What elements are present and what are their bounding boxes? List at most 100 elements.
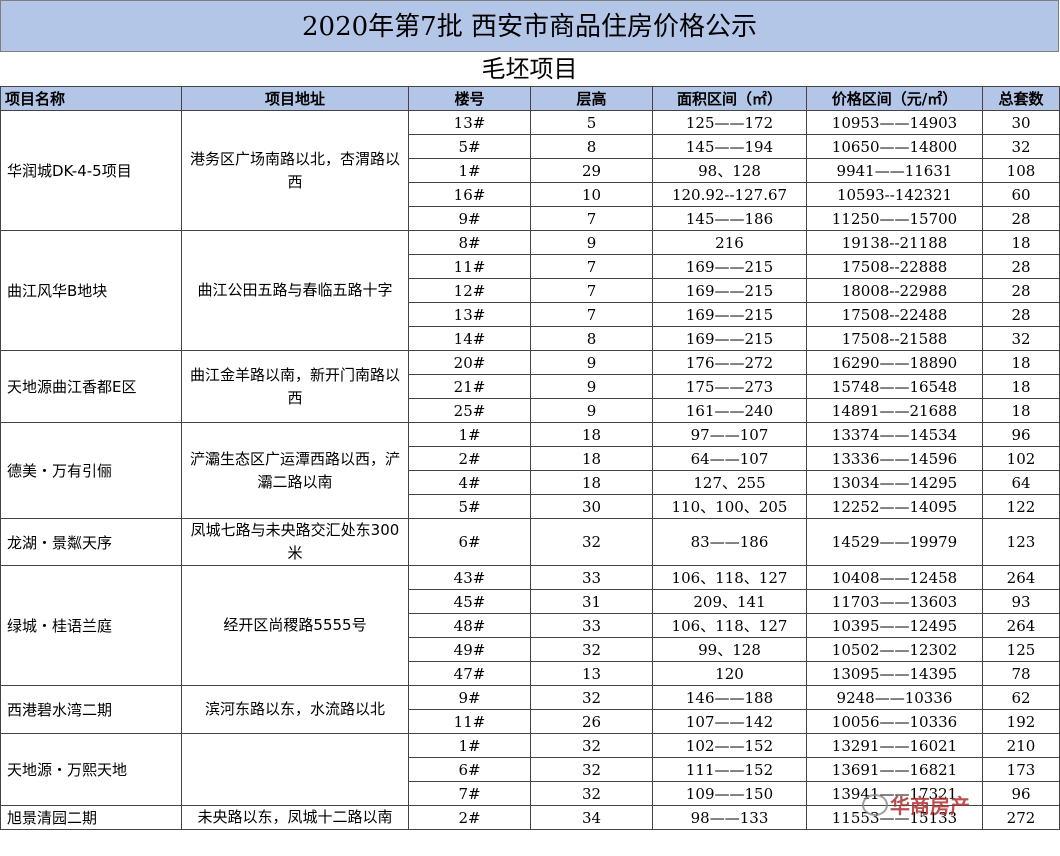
price-range-cell: 9248——10336 [806, 685, 983, 710]
floors-cell: 33 [530, 565, 653, 590]
total-units-cell: 173 [982, 757, 1060, 782]
area-range-cell: 169——215 [652, 326, 807, 351]
floors-cell: 33 [530, 613, 653, 638]
floors-cell: 9 [530, 350, 653, 375]
building-cell: 45# [408, 589, 531, 614]
area-range-cell: 120 [652, 661, 807, 686]
floors-cell: 13 [530, 661, 653, 686]
price-range-cell: 10593--142321 [806, 182, 983, 207]
project-address-cell: 港务区广场南路以北，杏渭路以西 [181, 110, 409, 231]
price-range-cell: 9941——11631 [806, 158, 983, 183]
price-range-cell: 10056——10336 [806, 709, 983, 734]
price-range-cell: 10953——14903 [806, 110, 983, 135]
project-name-cell: 天地源曲江香都E区 [0, 350, 182, 423]
floors-cell: 8 [530, 326, 653, 351]
total-units-cell: 64 [982, 470, 1060, 495]
watermark: 华商房产 [890, 794, 970, 818]
building-cell: 47# [408, 661, 531, 686]
price-range-cell: 12252——14095 [806, 494, 983, 519]
area-range-cell: 176——272 [652, 350, 807, 375]
price-range-cell: 11250——15700 [806, 206, 983, 231]
price-range-cell: 13034——14295 [806, 470, 983, 495]
total-units-cell: 32 [982, 134, 1060, 159]
price-range-cell: 14529——19979 [806, 518, 983, 566]
floors-cell: 7 [530, 278, 653, 303]
floors-cell: 18 [530, 446, 653, 471]
area-range-cell: 83——186 [652, 518, 807, 566]
total-units-cell: 18 [982, 398, 1060, 423]
price-range-cell: 13336——14596 [806, 446, 983, 471]
building-cell: 9# [408, 685, 531, 710]
table-row: 龙湖・景粼天序 凤城七路与未央路交汇处东300米 6# 32 83——186 14529—… [0, 518, 1060, 566]
building-cell: 49# [408, 637, 531, 662]
total-units-cell: 18 [982, 230, 1060, 255]
table-row: 西港碧水湾二期 滨河东路以东，水流路以北 9# 32 146——188 9248——103… [0, 685, 1060, 734]
price-range-cell: 15748——16548 [806, 374, 983, 399]
header-row: 项目名称 项目地址 楼号 层高 面积区间（㎡） 价格区间（元/㎡） 总套数 [0, 86, 1060, 111]
price-range-cell: 14891——21688 [806, 398, 983, 423]
area-range-cell: 99、128 [652, 637, 807, 662]
header-area: 面积区间（㎡） [652, 86, 807, 111]
header-floors: 层高 [530, 86, 653, 111]
total-units-cell: 96 [982, 422, 1060, 447]
price-range-cell: 10502——12302 [806, 637, 983, 662]
area-range-cell: 120.92--127.67 [652, 182, 807, 207]
building-cell: 21# [408, 374, 531, 399]
project-name-cell: 龙湖・景粼天序 [0, 518, 182, 566]
price-range-cell: 19138--21188 [806, 230, 983, 255]
price-range-cell: 18008--22988 [806, 278, 983, 303]
area-range-cell: 64——107 [652, 446, 807, 471]
building-cell: 48# [408, 613, 531, 638]
table-row: 天地源・万熙天地 1# 32 102——152 13291——16021 210 [0, 733, 1060, 806]
total-units-cell: 264 [982, 613, 1060, 638]
floors-cell: 8 [530, 134, 653, 159]
project-name-cell: 西港碧水湾二期 [0, 685, 182, 734]
section-subtitle: 毛坯项目 [481, 55, 578, 83]
floors-cell: 26 [530, 709, 653, 734]
price-range-cell: 10395——12495 [806, 613, 983, 638]
area-range-cell: 146——188 [652, 685, 807, 710]
building-cell: 13# [408, 110, 531, 135]
floors-cell: 32 [530, 733, 653, 758]
floors-cell: 7 [530, 206, 653, 231]
area-range-cell: 102——152 [652, 733, 807, 758]
building-cell: 11# [408, 254, 531, 279]
area-range-cell: 111——152 [652, 757, 807, 782]
total-units-cell: 122 [982, 494, 1060, 519]
project-name-cell: 华润城DK-4-5项目 [0, 110, 182, 231]
floors-cell: 34 [530, 805, 653, 830]
total-units-cell: 28 [982, 254, 1060, 279]
project-name-cell: 曲江风华B地块 [0, 230, 182, 351]
price-range-cell: 17508--22488 [806, 302, 983, 327]
area-range-cell: 106、118、127 [652, 613, 807, 638]
building-cell: 25# [408, 398, 531, 423]
building-cell: 1# [408, 158, 531, 183]
total-units-cell: 62 [982, 685, 1060, 710]
total-units-cell: 78 [982, 661, 1060, 686]
building-cell: 1# [408, 422, 531, 447]
floors-cell: 18 [530, 422, 653, 447]
floors-cell: 7 [530, 302, 653, 327]
total-units-cell: 28 [982, 206, 1060, 231]
table-row: 华润城DK-4-5项目 港务区广场南路以北，杏渭路以西 13# 5 125——172 10… [0, 110, 1060, 231]
project-address-cell [181, 733, 409, 806]
area-range-cell: 110、100、205 [652, 494, 807, 519]
price-table: 项目名称 项目地址 楼号 层高 面积区间（㎡） 价格区间（元/㎡） 总套数 华润… [0, 86, 1060, 830]
area-range-cell: 169——215 [652, 278, 807, 303]
total-units-cell: 272 [982, 805, 1060, 830]
building-cell: 9# [408, 206, 531, 231]
project-address-cell: 滨河东路以东，水流路以北 [181, 685, 409, 734]
header-total-units: 总套数 [982, 86, 1060, 111]
price-range-cell: 13095——14395 [806, 661, 983, 686]
total-units-cell: 93 [982, 589, 1060, 614]
floors-cell: 9 [530, 398, 653, 423]
area-range-cell: 216 [652, 230, 807, 255]
header-building: 楼号 [408, 86, 531, 111]
price-range-cell: 16290——18890 [806, 350, 983, 375]
price-range-cell: 13374——14534 [806, 422, 983, 447]
price-range-cell: 17508--21588 [806, 326, 983, 351]
total-units-cell: 192 [982, 709, 1060, 734]
price-range-cell: 13291——16021 [806, 733, 983, 758]
building-cell: 16# [408, 182, 531, 207]
price-range-cell: 17508--22888 [806, 254, 983, 279]
